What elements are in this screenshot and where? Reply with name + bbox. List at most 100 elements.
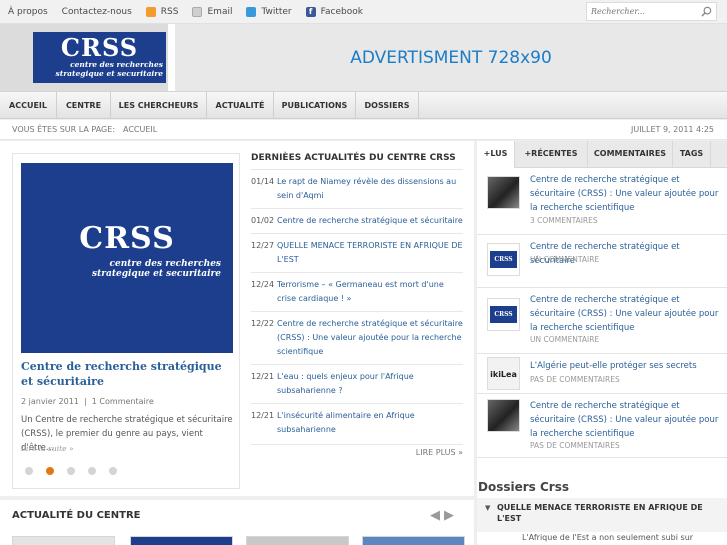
twitter-icon	[246, 7, 257, 17]
featured-slider: CRSS centre des recherches strategique e…	[12, 153, 240, 489]
latest-news-heading: DERNIÈES ACTUALITÉS DU CENTRE CRSS	[251, 153, 456, 163]
sidebar-tabs: +LUS +RÉCENTES COMMENTAIRES TAGS	[477, 141, 727, 168]
featured-title[interactable]: Centre de recherche stratégique et sécur…	[21, 359, 235, 389]
featured-logo-title: CRSS	[79, 221, 175, 256]
search-input[interactable]	[587, 3, 697, 20]
breadcrumb-current[interactable]: ACCUEIL	[123, 125, 157, 134]
slider-dot[interactable]	[25, 467, 33, 475]
list-item: Centre de recherche stratégique et sécur…	[477, 168, 727, 235]
advertisement-banner[interactable]: ADVERTISMENT 728x90	[175, 24, 727, 91]
main-nav: ACCUEIL CENTRE LES CHERCHEURS ACTUALITÉ …	[0, 91, 727, 119]
carousel-thumb[interactable]	[246, 536, 349, 545]
link-rss[interactable]: RSS	[145, 7, 178, 17]
link-twitter[interactable]: Twitter	[246, 7, 292, 17]
next-arrow-icon[interactable]: ▶	[444, 508, 458, 523]
popular-title[interactable]: Centre de recherche stratégique et sécur…	[530, 293, 722, 335]
thumb-logo-text: CRSS	[490, 251, 517, 268]
list-item: ikiLea L'Algérie peut-elle protéger ses …	[477, 354, 727, 394]
news-item: 01/14 Le rapt de Niamey révèle des dissen…	[251, 169, 463, 208]
logo-line1: centre des recherches	[70, 60, 163, 69]
news-title[interactable]: Terrorisme – « Germaneau est mort d'une …	[277, 278, 463, 306]
tab-most-read[interactable]: +LUS	[477, 141, 515, 168]
popular-list: Centre de recherche stratégique et sécur…	[477, 168, 727, 458]
top-bar: À propos Contactez-nous RSS Email Twitte…	[0, 0, 727, 24]
tab-tags[interactable]: TAGS	[673, 141, 711, 167]
link-contact-label: Contactez-nous	[61, 7, 132, 17]
link-email[interactable]: Email	[192, 7, 232, 17]
post-thumbnail[interactable]	[487, 399, 520, 432]
news-title[interactable]: L'eau : quels enjeux pour l'Afrique subs…	[277, 370, 463, 398]
news-title[interactable]: Centre de recherche stratégique et sécur…	[277, 317, 463, 359]
slider-dot-active[interactable]	[46, 467, 54, 475]
search-box	[586, 2, 717, 21]
carousel-thumb[interactable]	[362, 536, 465, 545]
caret-down-icon: ▼	[485, 504, 491, 512]
post-thumbnail[interactable]	[487, 176, 520, 209]
carousel-thumb[interactable]	[130, 536, 233, 545]
logo-title: CRSS	[60, 33, 139, 62]
featured-image[interactable]: CRSS centre des recherches strategique e…	[21, 163, 233, 353]
news-date: 01/02	[251, 216, 275, 225]
link-about-label: À propos	[8, 7, 48, 17]
featured-read-more[interactable]: Lire la suite »	[21, 444, 74, 453]
post-thumbnail[interactable]: CRSS	[487, 298, 520, 331]
link-contact[interactable]: Contactez-nous	[62, 7, 132, 17]
news-item: 12/22 Centre de recherche stratégique et …	[251, 311, 463, 364]
nav-chercheurs[interactable]: LES CHERCHEURS	[111, 92, 207, 119]
news-date: 12/21	[251, 372, 275, 381]
list-item: CRSS Centre de recherche stratégique et …	[477, 235, 727, 288]
popular-comments: UN COMMENTAIRE	[530, 335, 600, 344]
news-date: 12/27	[251, 241, 275, 250]
nav-publications[interactable]: PUBLICATIONS	[274, 92, 356, 119]
carousel-thumb[interactable]	[12, 536, 115, 545]
popular-title[interactable]: Centre de recherche stratégique et sécur…	[530, 173, 722, 215]
news-item: 12/27 QUELLE MENACE TERRORISTE EN AFRIQUE…	[251, 233, 463, 272]
featured-date: 2 janvier 2011	[21, 397, 79, 406]
dossier-title[interactable]: QUELLE MENACE TERRORISTE EN AFRIQUE DE L…	[497, 502, 725, 524]
popular-comments: 3 COMMENTAIRES	[530, 216, 598, 225]
site-logo[interactable]: CRSS centre des recherches strategique e…	[0, 24, 168, 91]
thumb-wiki-text: ikiLea	[490, 370, 517, 379]
tab-comments[interactable]: COMMENTAIRES	[588, 141, 673, 167]
nav-dossiers[interactable]: DOSSIERS	[356, 92, 419, 119]
logo-line2: strategique et securitaire	[55, 69, 163, 78]
news-item: 12/21 L'insécurité alimentaire en Afrique…	[251, 403, 463, 442]
featured-logo-line1: centre des recherches	[109, 259, 221, 269]
featured-meta: 2 janvier 2011 | 1 Commentaire	[21, 397, 154, 406]
news-title[interactable]: Le rapt de Niamey révèle des dissensions…	[277, 175, 463, 203]
post-thumbnail[interactable]: ikiLea	[487, 357, 520, 390]
carousel-arrows: ◀▶	[430, 508, 458, 523]
breadcrumb-prefix: VOUS ÊTES SUR LA PAGE:	[12, 125, 116, 134]
slider-dot[interactable]	[88, 467, 96, 475]
news-item: 12/24 Terrorisme – « Germaneau est mort d…	[251, 272, 463, 311]
slider-dot[interactable]	[67, 467, 75, 475]
dossier-excerpt: L'Afrique de l'Est a non seulement subi …	[522, 533, 694, 542]
news-title[interactable]: L'insécurité alimentaire en Afrique subs…	[277, 409, 463, 437]
email-icon	[192, 7, 203, 17]
news-read-more[interactable]: LIRE PLUS »	[251, 444, 463, 457]
logo-plate: CRSS centre des recherches strategique e…	[33, 32, 166, 83]
facebook-icon: f	[305, 7, 316, 17]
news-title[interactable]: Centre de recherche stratégique et sécur…	[277, 214, 463, 228]
prev-arrow-icon[interactable]: ◀	[430, 508, 444, 523]
featured-comments[interactable]: 1 Commentaire	[92, 397, 154, 406]
centre-news-heading: ACTUALITÉ DU CENTRE	[12, 510, 141, 521]
list-item: Centre de recherche stratégique et sécur…	[477, 394, 727, 458]
post-thumbnail[interactable]: CRSS	[487, 243, 520, 276]
main-content: CRSS centre des recherches strategique e…	[0, 141, 474, 496]
popular-title[interactable]: Centre de recherche stratégique et sécur…	[530, 399, 722, 441]
thumb-logo-text: CRSS	[490, 306, 517, 323]
list-item: CRSS Centre de recherche stratégique et …	[477, 288, 727, 354]
link-about[interactable]: À propos	[8, 7, 48, 17]
nav-actualite[interactable]: ACTUALITÉ	[207, 92, 274, 119]
dossiers-widget: Dossiers Crss ▼ QUELLE MENACE TERRORISTE…	[477, 480, 727, 542]
dossier-item[interactable]: ▼ QUELLE MENACE TERRORISTE EN AFRIQUE DE…	[477, 498, 727, 532]
popular-title[interactable]: L'Algérie peut-elle protéger ses secrets	[530, 359, 722, 373]
nav-accueil[interactable]: ACCUEIL	[0, 92, 57, 119]
link-facebook[interactable]: f Facebook	[305, 7, 363, 17]
nav-centre[interactable]: CENTRE	[57, 92, 111, 119]
news-title[interactable]: QUELLE MENACE TERRORISTE EN AFRIQUE DE L…	[277, 239, 463, 267]
slider-dot[interactable]	[109, 467, 117, 475]
tab-recent[interactable]: +RÉCENTES	[515, 141, 588, 167]
search-icon[interactable]	[701, 6, 712, 17]
